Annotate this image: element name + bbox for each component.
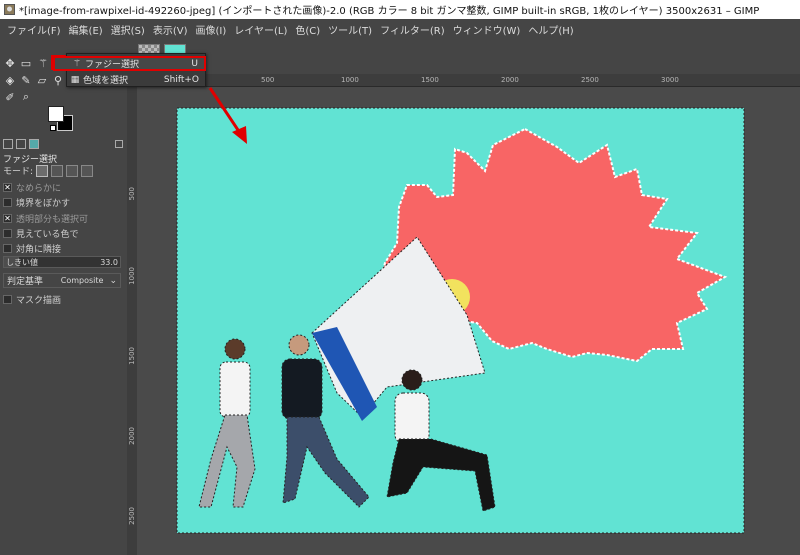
canvas-area[interactable]: [137, 87, 800, 555]
ruler-tick: 500: [261, 76, 275, 84]
popup-item-label: ファジー選択: [85, 60, 140, 70]
eraser-tool-icon[interactable]: ▱: [34, 72, 50, 88]
option-label: なめらかに: [16, 184, 62, 194]
chevron-down-icon: ⌄: [109, 275, 117, 286]
dock-menu-icon[interactable]: [115, 140, 123, 148]
move-tool-icon[interactable]: ✥: [2, 55, 18, 71]
fuzzy-select-icon: ⚚: [72, 58, 82, 69]
color-picker-tool-icon[interactable]: ✐: [2, 89, 18, 105]
popup-item-fuzzy-select[interactable]: ⚚ ファジー選択 U: [53, 56, 206, 71]
menu-filters[interactable]: フィルター(R): [376, 22, 449, 37]
mode-add-icon[interactable]: [51, 164, 64, 177]
undo-history-tab-icon[interactable]: [16, 139, 26, 149]
tool-group-popup: ⚚ ファジー選択 U ▦ 色域を選択 Shift+O: [53, 53, 206, 87]
zoom-tool-icon[interactable]: ⌕: [18, 89, 34, 105]
menu-windows[interactable]: ウィンドウ(W): [449, 22, 525, 37]
gimp-app-icon: [4, 4, 15, 15]
select-by-color-icon: ▦: [70, 74, 80, 85]
image-canvas[interactable]: [137, 87, 800, 555]
menu-help[interactable]: ヘルプ(H): [524, 22, 577, 37]
option-label: 見えている色で: [16, 230, 79, 240]
device-status-tab-icon[interactable]: [3, 139, 13, 149]
toolbox-row-3: ✐ ⌕: [2, 89, 34, 105]
menu-layer[interactable]: レイヤー(L): [230, 22, 291, 37]
ruler-tick: 1000: [128, 267, 136, 285]
option-select-transparent[interactable]: ✕ 透明部分も選択可: [3, 212, 88, 225]
bucket-fill-tool-icon[interactable]: ◈: [2, 72, 18, 88]
ruler-tick: 1500: [421, 76, 439, 84]
mode-label: モード:: [3, 167, 34, 177]
criterion-value: Composite: [60, 276, 104, 285]
fuzzy-select-tool-icon[interactable]: ⚚: [35, 55, 51, 71]
window-title: *[image-from-rawpixel-id-492260-jpeg] (イ…: [19, 6, 760, 17]
checkbox-checked[interactable]: ✕: [3, 214, 12, 223]
mode-replace-icon[interactable]: [36, 164, 49, 177]
option-sample-merged[interactable]: 見えている色で: [3, 227, 79, 240]
menu-edit[interactable]: 編集(E): [65, 22, 107, 37]
ruler-tick: 1500: [128, 347, 136, 365]
checkbox-unchecked[interactable]: [3, 295, 12, 304]
option-draw-mask[interactable]: マスク描画: [3, 293, 61, 306]
threshold-label: しきい値: [6, 257, 38, 267]
menu-tools[interactable]: ツール(T): [324, 22, 376, 37]
threshold-value: 33.0: [100, 257, 118, 267]
checkbox-unchecked[interactable]: [3, 244, 12, 253]
menu-file[interactable]: ファイル(F): [3, 22, 65, 37]
checkbox-unchecked[interactable]: [3, 229, 12, 238]
option-label: 対角に隣接: [16, 245, 62, 255]
select-criterion-dropdown[interactable]: 判定基準 Composite ⌄: [3, 273, 121, 288]
option-label: 境界をぼかす: [16, 199, 71, 209]
criterion-label: 判定基準: [7, 277, 44, 287]
popup-item-select-by-color[interactable]: ▦ 色域を選択 Shift+O: [67, 72, 205, 87]
ruler-tick: 3000: [661, 76, 679, 84]
ruler-tick: 2000: [128, 427, 136, 445]
tool-options-tab-icon[interactable]: [29, 139, 39, 149]
popup-item-shortcut: Shift+O: [163, 74, 199, 85]
option-label: 透明部分も選択可: [16, 215, 89, 225]
popup-item-label: 色域を選択: [83, 76, 129, 86]
menu-select[interactable]: 選択(S): [107, 22, 149, 37]
dock-tab-bar: [0, 138, 127, 150]
option-label: マスク描画: [16, 296, 62, 306]
ruler-tick: 1000: [341, 76, 359, 84]
toolbox-row-2: ◈ ✎ ▱ ⚲: [2, 72, 66, 88]
mode-intersect-icon[interactable]: [81, 164, 94, 177]
option-antialias[interactable]: ✕ なめらかに: [3, 181, 61, 194]
option-feather-edges[interactable]: 境界をぼかす: [3, 196, 70, 209]
window-titlebar: *[image-from-rawpixel-id-492260-jpeg] (イ…: [0, 0, 800, 19]
vertical-ruler: 500 1000 1500 2000 2500: [127, 87, 137, 555]
checkbox-checked[interactable]: ✕: [3, 183, 12, 192]
selection-mode-row: モード:: [3, 164, 94, 177]
popup-item-shortcut: U: [191, 58, 198, 69]
horizontal-ruler: 500 1000 1500 2000 2500 3000: [127, 74, 800, 87]
threshold-slider[interactable]: しきい値 33.0: [3, 256, 121, 268]
checkbox-unchecked[interactable]: [3, 198, 12, 207]
default-colors-icon[interactable]: [50, 125, 56, 131]
clone-tool-icon[interactable]: ⚲: [50, 72, 66, 88]
ruler-tick: 2000: [501, 76, 519, 84]
ruler-tick: 500: [128, 187, 136, 201]
ruler-tick: 2500: [581, 76, 599, 84]
mode-subtract-icon[interactable]: [66, 164, 79, 177]
option-diagonal-neighbors[interactable]: 対角に隣接: [3, 242, 61, 255]
rect-select-tool-icon[interactable]: ▭: [18, 55, 34, 71]
foreground-color[interactable]: [48, 106, 64, 122]
menu-view[interactable]: 表示(V): [149, 22, 192, 37]
fg-bg-color-swatches[interactable]: [48, 106, 78, 132]
ruler-tick: 2500: [128, 507, 136, 525]
paintbrush-tool-icon[interactable]: ✎: [18, 72, 34, 88]
menu-bar: ファイル(F) 編集(E) 選択(S) 表示(V) 画像(I) レイヤー(L) …: [0, 19, 800, 39]
menu-image[interactable]: 画像(I): [192, 22, 231, 37]
menu-colors[interactable]: 色(C): [291, 22, 324, 37]
